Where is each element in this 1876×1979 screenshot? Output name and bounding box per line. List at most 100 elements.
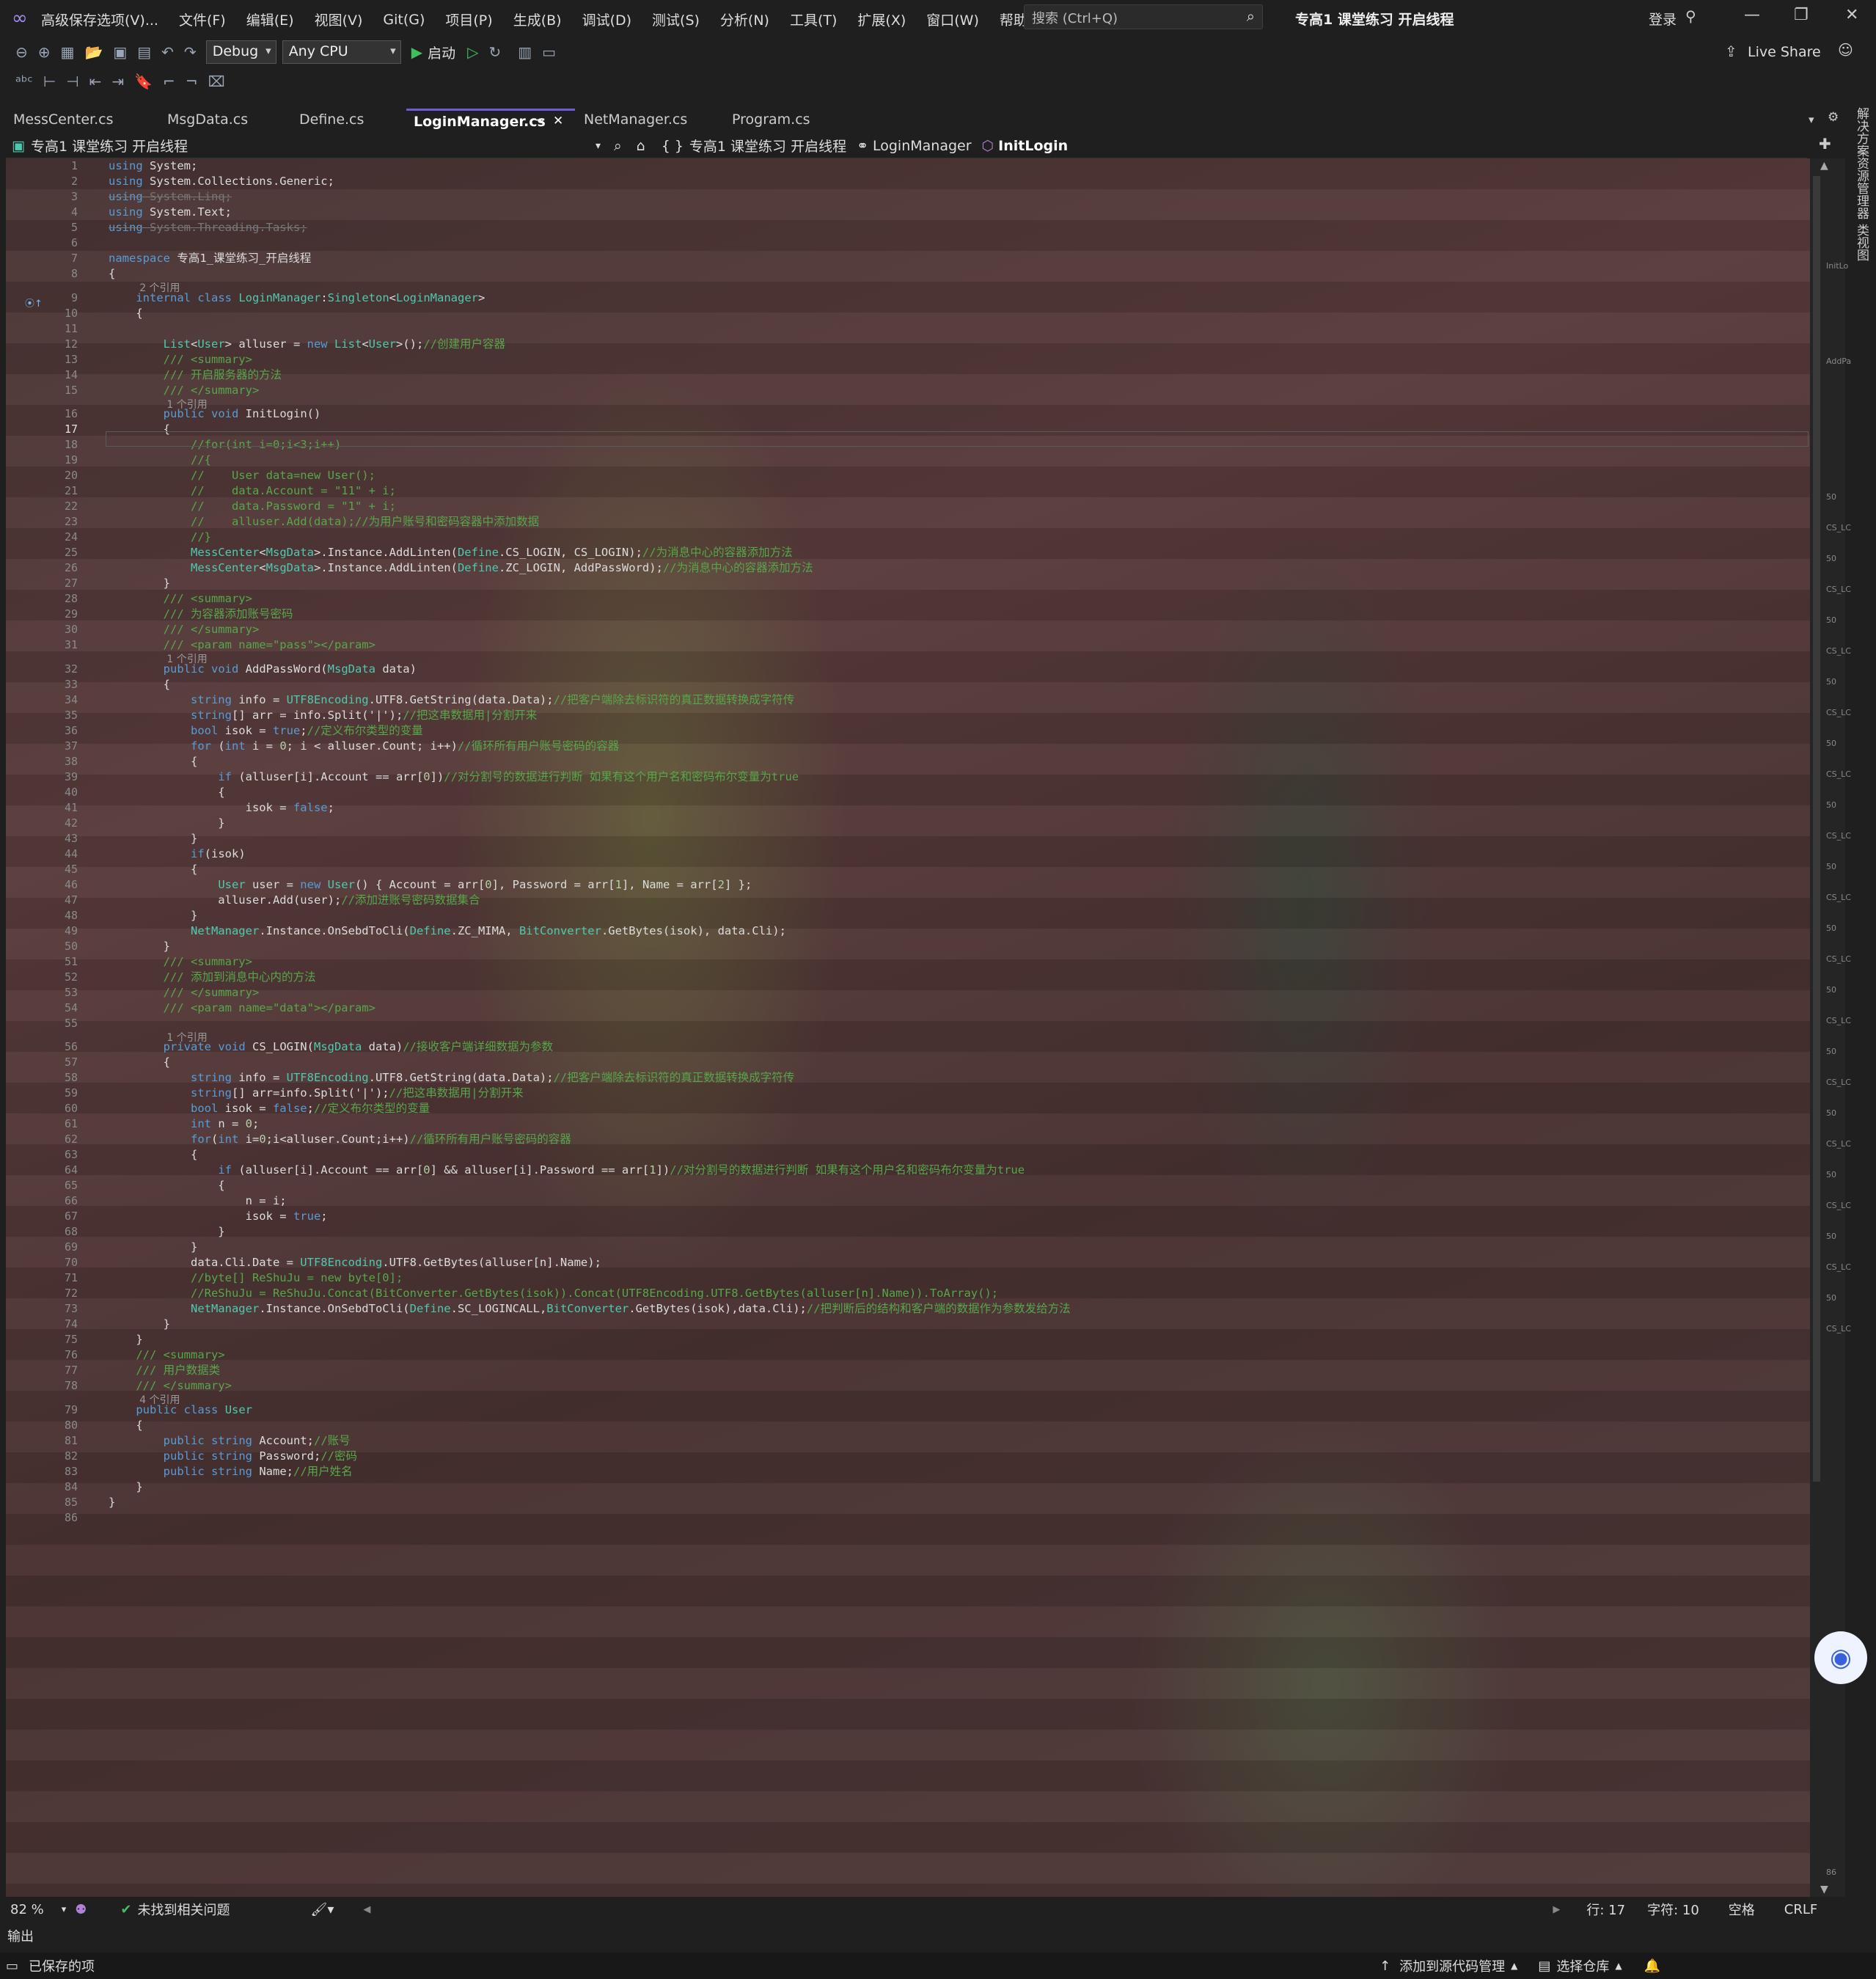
settings-gear-icon[interactable]: ⚙ bbox=[1828, 110, 1839, 125]
member-dropdown[interactable]: InitLogin bbox=[998, 138, 1068, 154]
bookmark-icon[interactable]: 🔖 bbox=[134, 73, 153, 90]
code-line[interactable]: { bbox=[109, 1418, 142, 1433]
code-line[interactable]: if (alluser[i].Account == arr[0])//对分割号的… bbox=[109, 769, 799, 785]
cleanup-icon[interactable]: 🖌▾ bbox=[311, 1902, 334, 1917]
code-line[interactable]: // User data=new User(); bbox=[109, 468, 375, 483]
code-line[interactable]: /// <summary> bbox=[109, 352, 252, 367]
hot-reload-icon[interactable]: ↻ bbox=[488, 43, 501, 61]
code-line[interactable]: /// </summary> bbox=[109, 622, 260, 637]
save-all-icon[interactable]: ▤ bbox=[137, 43, 151, 61]
whitespace-indicator[interactable]: 空格 bbox=[1729, 1900, 1755, 1919]
code-line[interactable]: // data.Account = "11" + i; bbox=[109, 483, 396, 499]
quick-info-icon[interactable]: ⊢ bbox=[43, 73, 56, 90]
zoom-dropdown-icon[interactable]: ▾ bbox=[62, 1904, 67, 1915]
line-indicator[interactable]: 行: 17 bbox=[1586, 1900, 1625, 1919]
menu-item-11[interactable]: 扩展(X) bbox=[847, 10, 916, 29]
pin-icon[interactable]: ⚲ bbox=[1685, 7, 1696, 25]
code-line[interactable]: } bbox=[109, 1240, 197, 1255]
split-editor-icon[interactable]: ✚ bbox=[1819, 135, 1831, 153]
code-line[interactable]: /// </summary> bbox=[109, 1378, 232, 1394]
repo-icon[interactable]: ▤ bbox=[1538, 1958, 1550, 1974]
code-line[interactable]: /// <summary> bbox=[109, 954, 252, 970]
code-line[interactable]: public void InitLogin() bbox=[109, 406, 321, 422]
menu-item-8[interactable]: 测试(S) bbox=[642, 10, 710, 29]
layout-icon[interactable]: ▭ bbox=[542, 43, 556, 61]
code-line[interactable]: bool isok = false;//定义布尔类型的变量 bbox=[109, 1101, 430, 1116]
class-dropdown[interactable]: LoginManager bbox=[873, 138, 972, 154]
prev-bookmark-icon[interactable]: ⌐ bbox=[163, 73, 175, 90]
code-line[interactable]: } bbox=[109, 939, 170, 954]
code-line[interactable]: } bbox=[109, 576, 170, 591]
code-line[interactable]: { bbox=[109, 1147, 197, 1163]
new-project-icon[interactable]: ▦ bbox=[61, 43, 75, 61]
code-line[interactable]: /// <param name="data"></param> bbox=[109, 1001, 375, 1016]
code-line[interactable]: public void AddPassWord(MsgData data) bbox=[109, 662, 417, 677]
menu-item-5[interactable]: 项目(P) bbox=[435, 10, 502, 29]
code-line[interactable]: { bbox=[109, 266, 115, 282]
code-line[interactable]: using System.Linq; bbox=[109, 189, 232, 205]
undo-icon[interactable]: ↶ bbox=[161, 43, 174, 61]
code-line[interactable]: public string Password;//密码 bbox=[109, 1449, 357, 1464]
menu-item-10[interactable]: 工具(T) bbox=[780, 10, 847, 29]
code-line[interactable]: //{ bbox=[109, 453, 211, 468]
live-share-button[interactable]: Live Share bbox=[1748, 44, 1821, 60]
code-line[interactable]: /// </summary> bbox=[109, 985, 260, 1001]
param-info-icon[interactable]: ⊣ bbox=[66, 73, 78, 90]
start-button[interactable]: 启动 bbox=[428, 43, 455, 62]
start-icon[interactable]: ▶ bbox=[411, 43, 422, 61]
code-line[interactable]: /// <summary> bbox=[109, 591, 252, 607]
clear-bookmarks-icon[interactable]: ⌧ bbox=[208, 73, 225, 90]
close-button[interactable]: ✕ bbox=[1845, 6, 1858, 24]
code-line[interactable]: string[] arr=info.Split('|');//把这串数据用|分割… bbox=[109, 1086, 524, 1101]
scroll-right-icon[interactable]: ▶ bbox=[1553, 1904, 1560, 1915]
scroll-up-icon[interactable]: ▲ bbox=[1820, 160, 1828, 172]
source-control-icon[interactable]: ↑ bbox=[1379, 1958, 1390, 1974]
scroll-thumb[interactable] bbox=[1813, 176, 1820, 1482]
outdent-icon[interactable]: ⇤ bbox=[89, 73, 102, 90]
code-line[interactable]: { bbox=[109, 677, 170, 692]
code-line[interactable]: /// 用户数据类 bbox=[109, 1363, 220, 1378]
code-line[interactable]: isok = true; bbox=[109, 1209, 328, 1224]
restore-button[interactable]: ❐ bbox=[1794, 6, 1809, 24]
scroll-down-icon[interactable]: ▼ bbox=[1820, 1884, 1828, 1895]
code-line[interactable]: /// 添加到消息中心内的方法 bbox=[109, 970, 316, 985]
code-line[interactable]: NetManager.Instance.OnSebdToCli(Define.S… bbox=[109, 1301, 1071, 1317]
code-line[interactable]: internal class LoginManager:Singleton<Lo… bbox=[109, 290, 485, 306]
pin-tab-icon[interactable]: ⊸ bbox=[535, 114, 544, 126]
back-icon[interactable]: ⊖ bbox=[15, 43, 28, 61]
open-icon[interactable]: 📂 bbox=[84, 43, 103, 61]
eol-indicator[interactable]: CRLF bbox=[1784, 1902, 1817, 1917]
code-line[interactable]: { bbox=[109, 785, 224, 800]
project-dropdown[interactable]: 专高1 课堂练习 开启线程 bbox=[31, 136, 596, 156]
code-line[interactable]: string info = UTF8Encoding.UTF8.GetStrin… bbox=[109, 1070, 794, 1086]
code-editor[interactable]: 1 2 3 4 5 6 7 8 9 10 11 12 13 14 15 16 17 18 19 20 21 22 23 24 2… bbox=[6, 158, 1810, 1897]
search-input[interactable]: 搜索 (Ctrl+Q) ⌕ bbox=[1024, 4, 1263, 29]
menu-item-4[interactable]: Git(G) bbox=[373, 12, 435, 28]
code-line[interactable]: for(int i=0;i<alluser.Count;i++)//循环所有用户… bbox=[109, 1132, 571, 1147]
code-line[interactable]: int n = 0; bbox=[109, 1116, 259, 1132]
code-line[interactable]: isok = false; bbox=[109, 800, 334, 816]
repo-arrow-icon[interactable]: ▲ bbox=[1615, 1961, 1622, 1971]
code-line[interactable]: using System.Collections.Generic; bbox=[109, 174, 334, 189]
spell-icon[interactable]: ᵃᵇᶜ bbox=[15, 73, 33, 90]
start-without-debug-icon[interactable]: ▷ bbox=[467, 43, 478, 61]
tab-messcenter[interactable]: MessCenter.cs bbox=[6, 109, 158, 132]
char-indicator[interactable]: 字符: 10 bbox=[1647, 1900, 1699, 1919]
solution-explorer-tab[interactable]: 解决方案资源管理器 bbox=[1853, 107, 1871, 219]
notifications-icon[interactable]: 🔔 bbox=[1644, 1958, 1660, 1974]
minimize-button[interactable]: — bbox=[1744, 6, 1760, 24]
menu-item-2[interactable]: 编辑(E) bbox=[236, 10, 304, 29]
menu-item-1[interactable]: 文件(F) bbox=[169, 10, 236, 29]
save-icon[interactable]: ▣ bbox=[113, 43, 127, 61]
code-line[interactable]: } bbox=[109, 816, 224, 831]
home-icon[interactable]: ⌂ bbox=[637, 138, 645, 154]
namespace-dropdown[interactable]: 专高1 课堂练习 开启线程 bbox=[689, 136, 846, 156]
menu-item-9[interactable]: 分析(N) bbox=[710, 10, 780, 29]
code-line[interactable]: if(isok) bbox=[109, 846, 246, 862]
source-control-arrow-icon[interactable]: ▲ bbox=[1511, 1961, 1517, 1971]
close-tab-icon[interactable]: ✕ bbox=[553, 114, 563, 128]
login-link[interactable]: 登录 bbox=[1649, 9, 1677, 29]
code-line[interactable]: /// </summary> bbox=[109, 383, 260, 398]
menu-item-0[interactable]: 高级保存选项(V)... bbox=[31, 10, 169, 29]
platform-select[interactable]: Any CPU bbox=[282, 40, 401, 64]
